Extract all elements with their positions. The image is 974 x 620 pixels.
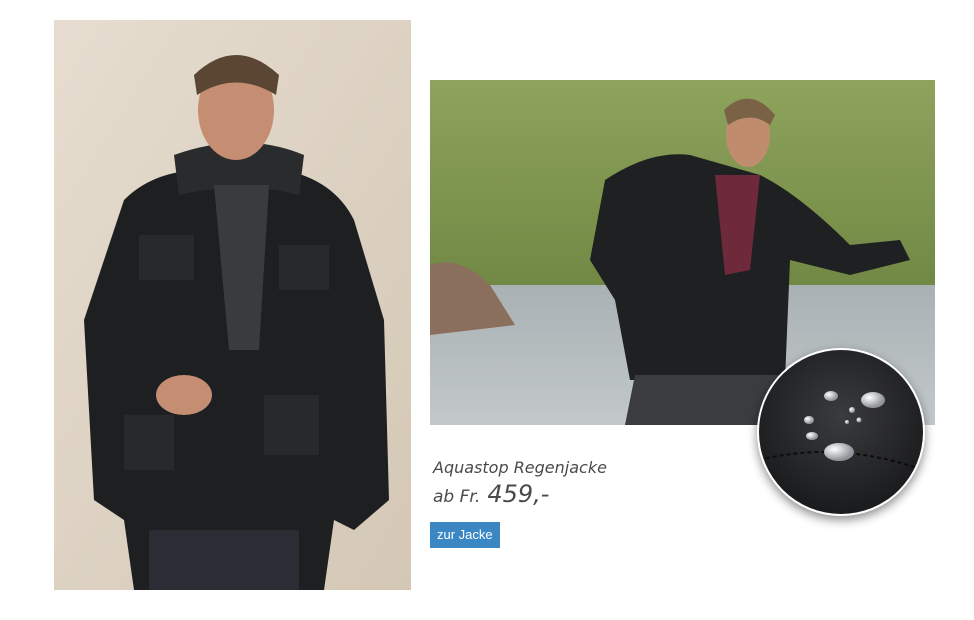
to-jacket-button[interactable]: zur Jacke [430, 522, 500, 548]
model-studio-photo [54, 20, 411, 590]
product-name: Aquastop Regenjacke [433, 458, 607, 477]
price-value: 459,- [487, 480, 550, 508]
fabric-detail-image [757, 348, 925, 516]
price-prefix: ab Fr. [433, 487, 481, 507]
price-line: ab Fr. 459,- [433, 480, 549, 508]
